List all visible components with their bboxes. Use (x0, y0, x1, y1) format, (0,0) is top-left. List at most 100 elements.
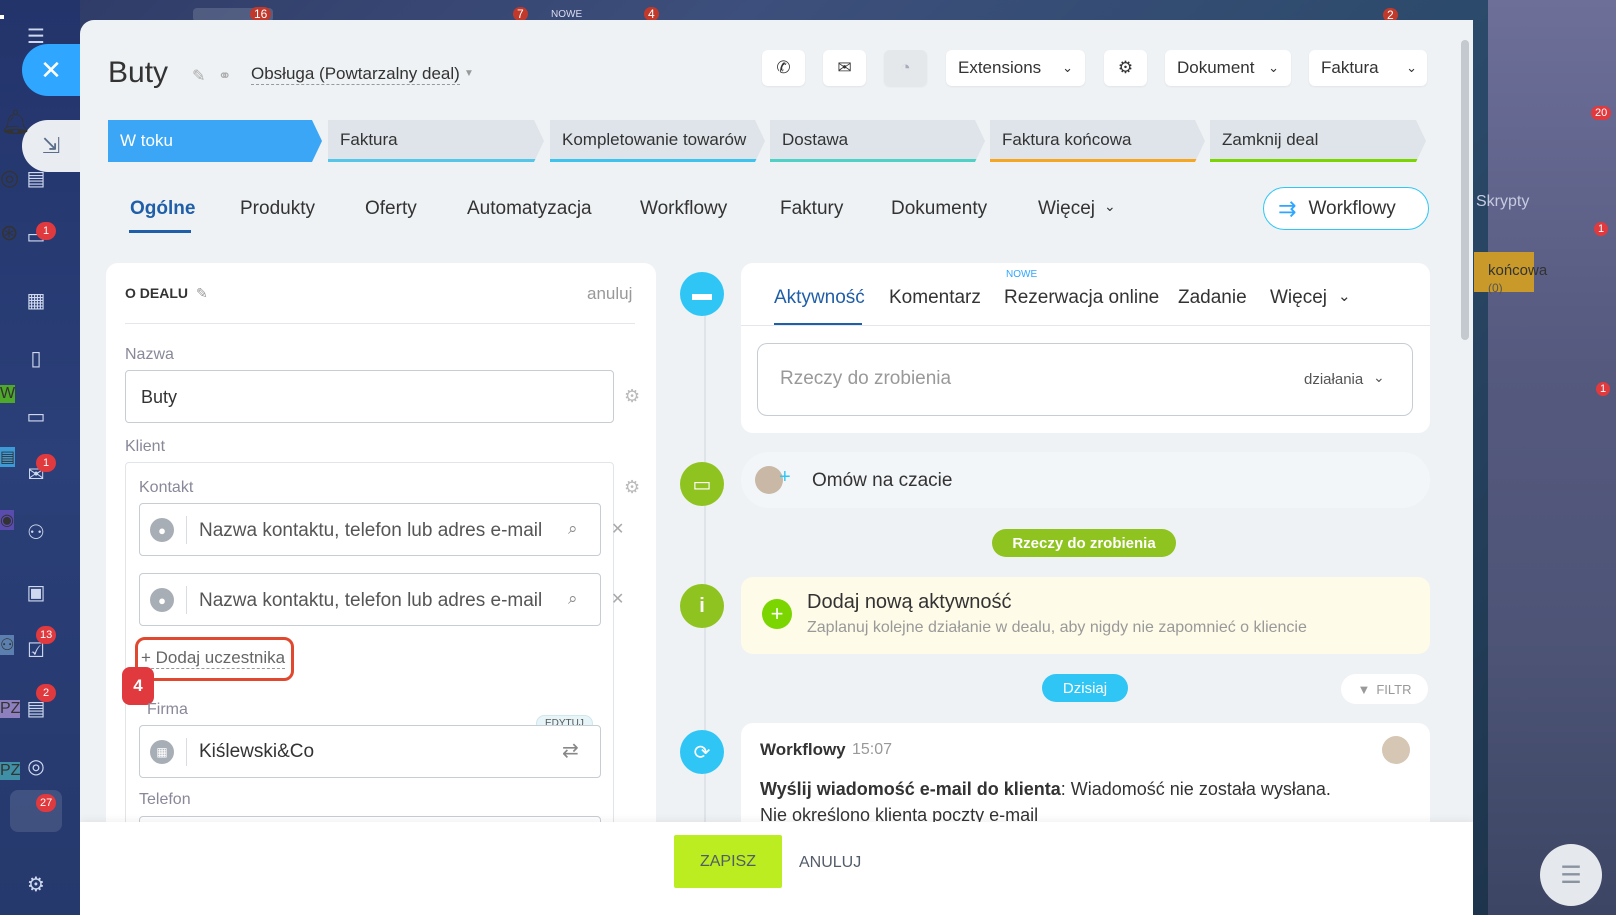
tab-automation[interactable]: Automatyzacja (467, 198, 592, 220)
board-icon[interactable]: ▣ (22, 578, 50, 606)
contacts-icon[interactable]: ⚇ (22, 518, 50, 546)
tab-activity[interactable]: Aktywność (774, 287, 865, 309)
deal-title: Buty (108, 56, 169, 89)
tab-more[interactable]: Więcej (1038, 198, 1095, 220)
activity-circle-icon: ▬ (680, 272, 724, 316)
remove-contact-icon[interactable]: ✕ (611, 519, 624, 539)
phone-label: Telefon (139, 791, 191, 808)
chat-circle-icon: ▭ (680, 462, 724, 506)
notifications-icon[interactable]: 🔔︎ (0, 108, 30, 137)
stage-in-progress[interactable]: W toku (108, 120, 322, 162)
target-icon[interactable]: ◎ (22, 752, 50, 780)
deal-panel: Buty ✎ ⚭ Obsługa (Powtarzalny deal) ▼ ✆ … (80, 20, 1473, 915)
stage-invoice[interactable]: Faktura (328, 120, 544, 162)
tab-general[interactable]: Ogólne (130, 198, 195, 220)
settings-icon[interactable]: ⚙ (22, 870, 50, 898)
building-icon: ▦ (150, 740, 174, 764)
chevron-down-icon: ⌄ (1338, 288, 1351, 305)
call-button[interactable]: ✆ (762, 50, 805, 86)
w-badge: 1 (1596, 382, 1611, 396)
add-activity-card[interactable]: + Dodaj nową aktywność Zaplanuj kolejne … (741, 577, 1430, 654)
chat-search-icon[interactable]: ⊛ (0, 220, 18, 246)
contact-search-input[interactable]: ● Nazwa kontaktu, telefon lub adres e-ma… (139, 573, 601, 626)
remove-contact-icon[interactable]: ✕ (611, 589, 624, 609)
stage-close-deal[interactable]: Zamknij deal (1210, 120, 1426, 162)
active-item[interactable] (10, 790, 62, 832)
pz-avatar[interactable]: PZ (0, 762, 21, 780)
search-icon: ⌕ (568, 589, 578, 608)
card-icon[interactable]: ▭ (22, 402, 50, 430)
tab-workflows[interactable]: Workflowy (640, 198, 727, 220)
email-button[interactable]: ✉ (823, 50, 866, 86)
save-button[interactable]: ZAPISZ (674, 835, 782, 888)
cancel-button[interactable]: ANULUJ (799, 854, 861, 872)
chat-badge: 1 (1594, 222, 1609, 236)
step-badge: 4 (122, 667, 154, 705)
name-field[interactable]: Buty (125, 370, 614, 423)
todo-input[interactable]: Rzeczy do zrobienia działania ⌄ (757, 343, 1413, 416)
gear-icon[interactable]: ⚙ (624, 477, 640, 498)
search-icon: ⌕ (568, 519, 578, 538)
mail-icon: ✉ (837, 58, 852, 77)
filter-button[interactable]: ▼ FILTR (1341, 674, 1428, 704)
skrypty-label: Skrypty (1476, 193, 1530, 210)
add-participant-link[interactable]: + Dodaj uczestnika (141, 648, 286, 669)
workflowy-button[interactable]: ⇉ Workflowy (1263, 187, 1429, 230)
divider (125, 323, 635, 324)
divider (186, 586, 187, 614)
cancel-link[interactable]: anuluj (587, 284, 632, 304)
avatar[interactable] (0, 15, 4, 19)
tab-documents[interactable]: Dokumenty (891, 198, 987, 220)
badge: 13 (36, 626, 57, 644)
company-label: Firma (147, 701, 188, 718)
contact-search-input[interactable]: ● Nazwa kontaktu, telefon lub adres e-ma… (139, 503, 601, 556)
gear-icon: ⚙ (1117, 58, 1134, 77)
stage-picking[interactable]: Kompletowanie towarów (550, 120, 765, 162)
gear-icon[interactable]: ⚙ (624, 386, 640, 407)
invoice-button[interactable]: Faktura ⌄ (1309, 50, 1427, 86)
divider (741, 325, 1430, 326)
notifications-badge: 20 (1591, 106, 1612, 120)
tab-online-booking[interactable]: Rezerwacja online (1004, 287, 1159, 309)
edit-section-icon[interactable]: ✎ (196, 285, 208, 302)
activity-stream-icon[interactable]: ◎ (0, 165, 19, 191)
activity-editor: Aktywność Komentarz NOWE Rezerwacja onli… (741, 263, 1430, 433)
pz-avatar[interactable]: PZ (0, 700, 21, 718)
tab-offers[interactable]: Oferty (365, 198, 417, 220)
open-chat-button[interactable]: ☰ (1540, 844, 1602, 906)
tab-task[interactable]: Zadanie (1178, 287, 1247, 309)
actions-dropdown[interactable]: działania (1304, 371, 1363, 388)
channel-icon[interactable]: ◉ (0, 510, 14, 530)
company-field[interactable]: ▦ Kiślewski&Co ⇄ (139, 725, 601, 778)
close-icon: ✕ (40, 54, 62, 85)
discuss-in-chat[interactable]: + Omów na czacie (741, 452, 1430, 508)
settings-button[interactable]: ⚙ (1104, 50, 1147, 86)
stage-delivery[interactable]: Dostawa (770, 120, 985, 162)
client-label: Klient (125, 438, 166, 455)
collapse-button[interactable]: ⇲ (22, 120, 80, 172)
calendar-icon[interactable]: ▦ (22, 286, 50, 314)
swap-icon[interactable]: ⇄ (562, 738, 579, 763)
group-icon[interactable]: ⚇ (0, 635, 15, 655)
tab-comment[interactable]: Komentarz (889, 287, 981, 309)
tab-products[interactable]: Produkty (240, 198, 315, 220)
divider (186, 738, 187, 766)
copy-link-icon[interactable]: ⚭ (218, 66, 231, 86)
deal-category[interactable]: Obsługa (Powtarzalny deal) (251, 64, 460, 85)
today-pill: Dzisiaj (1042, 674, 1128, 702)
scrollbar[interactable] (1461, 40, 1469, 340)
bg-badge: 16 (250, 7, 272, 21)
document-button[interactable]: Dokument ⌄ (1165, 50, 1291, 86)
extensions-button[interactable]: Extensions ⌄ (946, 50, 1085, 86)
edit-title-icon[interactable]: ✎ (192, 66, 205, 86)
chat-bubble-icon[interactable]: ▤ (0, 447, 16, 467)
todo-pill: Rzeczy do zrobienia (992, 529, 1176, 557)
stage-final-invoice[interactable]: Faktura końcowa (990, 120, 1205, 162)
info-circle-icon: i (680, 584, 724, 628)
document-icon[interactable]: ▯ (22, 344, 50, 372)
tab-invoices[interactable]: Faktury (780, 198, 843, 220)
w-avatar[interactable]: W (0, 385, 16, 403)
name-label: Nazwa (125, 346, 174, 363)
close-slider-button[interactable]: ✕ (22, 44, 80, 96)
tab-more[interactable]: Więcej (1270, 287, 1327, 309)
